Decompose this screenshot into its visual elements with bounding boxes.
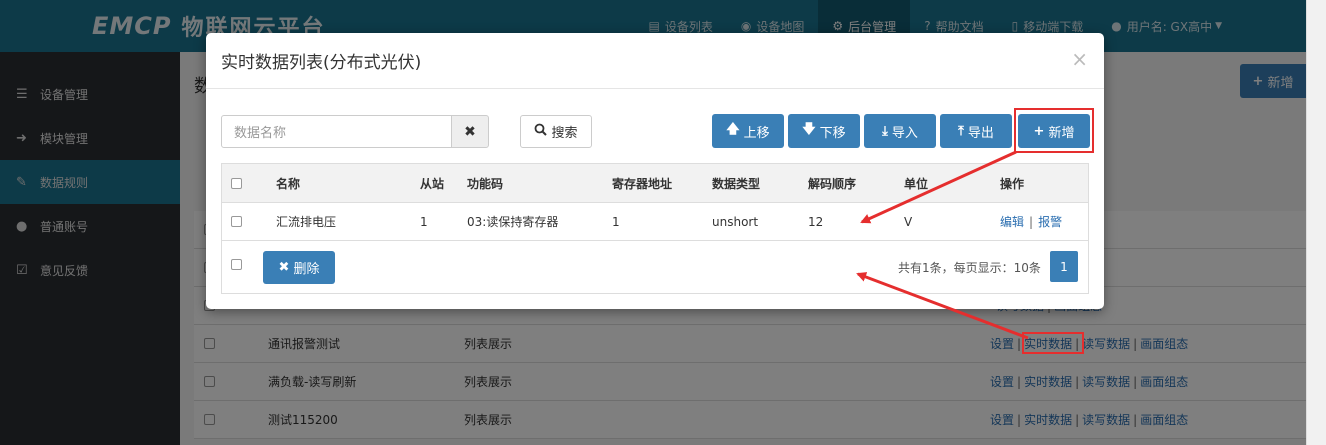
column-header: 数据类型 xyxy=(712,176,761,191)
modal-header: 实时数据列表(分布式光伏) xyxy=(206,33,1104,89)
times-icon: ✖ xyxy=(464,123,476,140)
table-footer: ✖ 删除 共有1条，每页显示：10条 1 xyxy=(222,241,1088,293)
search-placeholder: 数据名称 xyxy=(234,126,287,141)
select-all-checkbox[interactable] xyxy=(231,177,242,189)
delete-button[interactable]: ✖ 删除 xyxy=(263,251,335,284)
table-row: 汇流排电压 1 03:读保持寄存器 1 unshort 12 V 编辑 | 报警 xyxy=(222,203,1088,241)
move-up-label: 上移 xyxy=(743,125,770,141)
footer-select-cell xyxy=(231,238,242,290)
delete-label: 删除 xyxy=(293,262,320,277)
column-header: 解码顺序 xyxy=(808,176,857,191)
export-label: 导出 xyxy=(967,125,994,141)
move-down-button[interactable]: 🡇 下移 xyxy=(788,114,860,148)
column-header: 单位 xyxy=(904,176,929,191)
alarm-link[interactable]: 报警 xyxy=(1038,213,1062,230)
cell-name: 汇流排电压 xyxy=(276,215,337,229)
cell-data-type: unshort xyxy=(712,214,759,229)
cell-function-code: 03:读保持寄存器 xyxy=(467,215,559,229)
separator: | xyxy=(1029,214,1034,229)
export-button[interactable]: ⤒ 导出 xyxy=(940,114,1012,148)
realtime-data-table: 名称 从站 功能码 寄存器地址 数据类型 解码顺序 单位 操作 汇流排电压 1 … xyxy=(221,163,1089,294)
highlight-box xyxy=(1014,108,1094,153)
cell-operations: 编辑 | 报警 xyxy=(1000,203,1062,240)
column-header: 名称 xyxy=(276,176,301,191)
arrow-up-icon: 🡅 xyxy=(726,122,740,137)
cell-unit: V xyxy=(904,214,913,229)
close-icon[interactable]: × xyxy=(1071,47,1088,71)
page-scrollbar[interactable] xyxy=(1306,0,1326,445)
edit-link[interactable]: 编辑 xyxy=(1000,213,1024,230)
page-button-current[interactable]: 1 xyxy=(1050,251,1078,282)
modal-title: 实时数据列表(分布式光伏) xyxy=(221,53,422,73)
column-header: 寄存器地址 xyxy=(612,176,673,191)
column-header: 从站 xyxy=(420,176,445,191)
footer-checkbox[interactable] xyxy=(231,258,242,270)
export-icon: ⤒ xyxy=(958,123,964,139)
import-button[interactable]: ⤓ 导入 xyxy=(864,114,936,148)
times-icon: ✖ xyxy=(278,260,290,275)
search-icon xyxy=(534,123,548,140)
column-header: 功能码 xyxy=(467,176,504,191)
column-header: 操作 xyxy=(1000,176,1025,191)
move-down-label: 下移 xyxy=(819,125,846,141)
search-button[interactable]: 搜索 xyxy=(520,115,592,148)
search-input[interactable]: 数据名称 xyxy=(221,115,452,148)
pagination-info: 共有1条，每页显示：10条 xyxy=(898,261,1041,275)
search-label: 搜索 xyxy=(551,126,578,141)
highlight-box xyxy=(1022,332,1084,354)
table-header: 名称 从站 功能码 寄存器地址 数据类型 解码顺序 单位 操作 xyxy=(222,164,1088,203)
cell-register-address: 1 xyxy=(612,214,620,229)
cell-decode-order: 12 xyxy=(808,214,824,229)
cell-slave: 1 xyxy=(420,214,428,229)
import-label: 导入 xyxy=(891,125,918,141)
select-all-cell xyxy=(231,164,242,202)
move-up-button[interactable]: 🡅 上移 xyxy=(712,114,784,148)
row-checkbox[interactable] xyxy=(231,216,242,227)
arrow-down-icon: 🡇 xyxy=(802,122,816,137)
clear-search-button[interactable]: ✖ xyxy=(451,115,489,148)
import-icon: ⤓ xyxy=(882,123,888,139)
row-select-cell xyxy=(231,203,242,240)
realtime-data-modal: 实时数据列表(分布式光伏) × 数据名称 ✖ 搜索 🡅 上移 🡇 下移 ⤓ 导入… xyxy=(206,33,1104,309)
